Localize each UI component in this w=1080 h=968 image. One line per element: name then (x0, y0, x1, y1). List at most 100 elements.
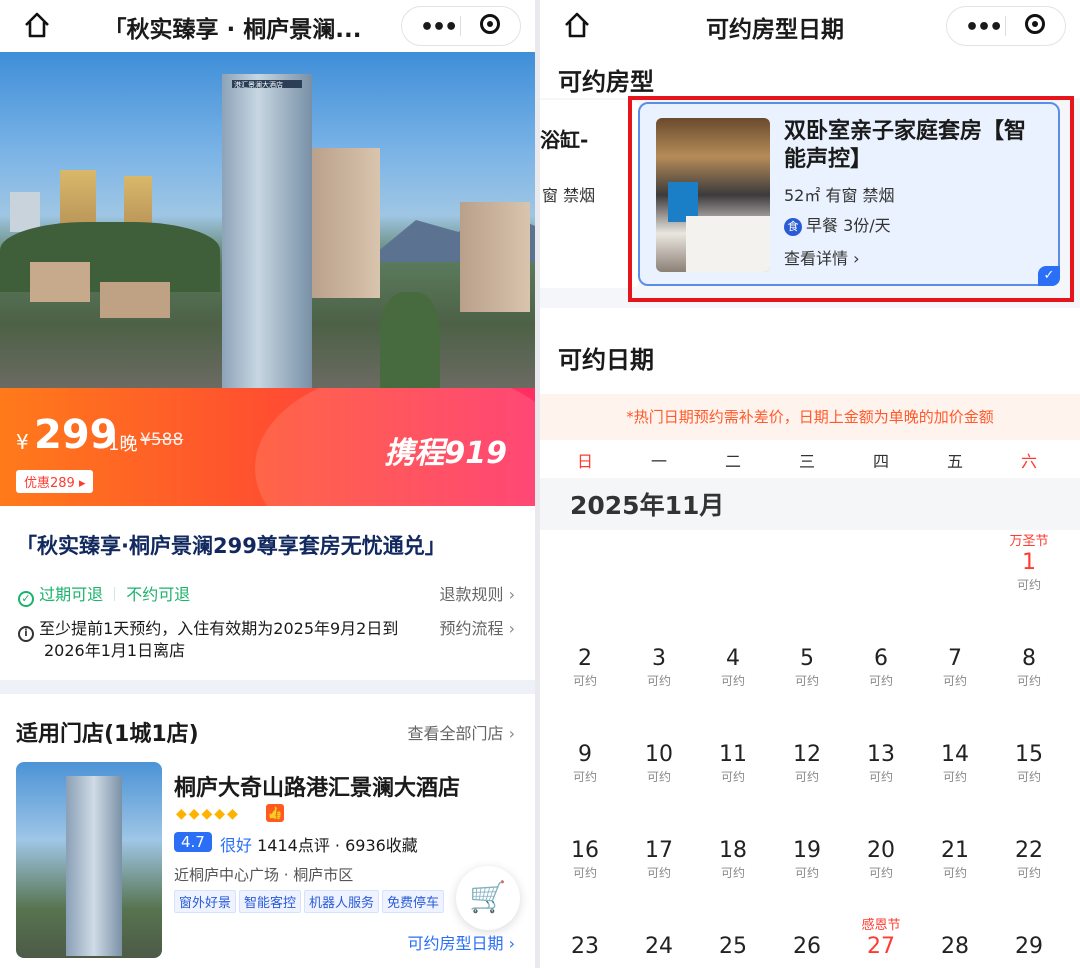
calendar-day[interactable]: 22 可约 (992, 822, 1066, 882)
holiday-label (844, 630, 918, 646)
tag: 窗外好景 (174, 890, 237, 913)
room-dates-link[interactable]: 可约房型日期 › (407, 930, 515, 954)
day-number: 8 (1022, 646, 1036, 671)
view-all-stores-link[interactable]: 查看全部门店 › (407, 720, 515, 744)
holiday-label (770, 726, 844, 742)
calendar-day[interactable]: 4 可约 (696, 630, 770, 690)
day-number: 10 (645, 742, 673, 767)
info-icon: i (18, 626, 34, 642)
calendar-day[interactable]: 26 (770, 918, 844, 960)
holiday-label (696, 918, 770, 934)
day-number: 7 (948, 646, 962, 671)
holiday-label: 万圣节 (1009, 534, 1049, 549)
thumb-up-icon: 👍 (266, 804, 284, 822)
calendar-day[interactable]: 29 (992, 918, 1066, 960)
store-image[interactable] (16, 762, 162, 958)
calendar-day[interactable]: 万圣节 1 可约 (992, 534, 1066, 594)
calendar-day[interactable]: 14 可约 (918, 726, 992, 786)
holiday-label (548, 918, 622, 934)
home-icon[interactable] (562, 10, 592, 40)
record-icon[interactable] (1025, 14, 1045, 34)
day-number: 9 (578, 742, 592, 767)
holiday-label (696, 726, 770, 742)
booking-flow-link[interactable]: 预约流程 › (439, 615, 515, 639)
calendar-day[interactable]: 9 可约 (548, 726, 622, 786)
day-status: 可约 (1016, 674, 1041, 688)
day-status: 可约 (720, 674, 745, 688)
day-number: 23 (571, 934, 599, 959)
calendar-day[interactable]: 19 可约 (770, 822, 844, 882)
holiday-label (844, 822, 918, 838)
booking-notice-line2: 2026年1月1日离店 (44, 641, 186, 660)
price-notice: *热门日期预约需补差价，日期上金额为单晚的加价金额 (540, 394, 1080, 440)
calendar-day[interactable]: 23 (548, 918, 622, 960)
day-number: 29 (1015, 934, 1043, 959)
day-status: 可约 (1016, 578, 1041, 592)
hotel-tags: 窗外好景 智能客控 机器人服务 免费停车 (174, 890, 447, 913)
price-banner: ¥ 299 1晚 ¥588 优惠289 ▸ 携程919 (0, 388, 535, 506)
calendar-day[interactable]: 16 可约 (548, 822, 622, 882)
calendar-day[interactable]: 3 可约 (622, 630, 696, 690)
calendar-day[interactable]: 感恩节 27 (844, 918, 918, 960)
day-status: 可约 (868, 674, 893, 688)
day-status: 可约 (646, 770, 671, 784)
weekday: 六 (1020, 452, 1037, 471)
record-icon[interactable] (480, 14, 500, 34)
day-number: 19 (793, 838, 821, 863)
holiday-label (622, 726, 696, 742)
day-status: 可约 (794, 866, 819, 880)
more-icon[interactable]: ••• (965, 15, 1003, 40)
holiday-label (918, 822, 992, 838)
cart-icon[interactable]: 🛒 (456, 866, 520, 930)
left-screen: 「秋实臻享 · 桐庐景澜... ••• 港汇景澜大酒店 ¥ 299 1晚 ¥58… (0, 0, 535, 968)
calendar-day[interactable]: 7 可约 (918, 630, 992, 690)
weekday: 三 (798, 452, 815, 471)
calendar-day[interactable]: 6 可约 (844, 630, 918, 690)
calendar-day[interactable]: 11 可约 (696, 726, 770, 786)
more-icon[interactable]: ••• (420, 15, 458, 40)
coupon-badge[interactable]: 优惠289 ▸ (16, 470, 94, 493)
weekday: 日 (576, 452, 593, 471)
day-number: 25 (719, 934, 747, 959)
calendar-day[interactable]: 21 可约 (918, 822, 992, 882)
refund-policy: ✓ 过期可退 不约可退 (18, 581, 190, 607)
holiday-label (622, 918, 696, 934)
refund-rule-link[interactable]: 退款规则 › (439, 581, 515, 605)
chevron-right-icon: › (508, 619, 515, 638)
rating-score: 4.7 (174, 832, 212, 852)
calendar-day[interactable]: 20 可约 (844, 822, 918, 882)
home-icon[interactable] (22, 10, 52, 40)
holiday-label (992, 918, 1066, 934)
calendar-day[interactable]: 15 可约 (992, 726, 1066, 786)
calendar-day[interactable]: 13 可约 (844, 726, 918, 786)
day-number: 14 (941, 742, 969, 767)
weekday-header: 日 一 二 三 四 五 六 (540, 448, 1080, 474)
calendar-day[interactable]: 17 可约 (622, 822, 696, 882)
hotel-name[interactable]: 桐庐大奇山路港汇景澜大酒店 (174, 770, 460, 802)
holiday-label (770, 918, 844, 934)
calendar-day[interactable]: 18 可约 (696, 822, 770, 882)
day-status: 可约 (942, 674, 967, 688)
tag: 免费停车 (382, 890, 445, 913)
calendar-day[interactable]: 2 可约 (548, 630, 622, 690)
day-number: 24 (645, 934, 673, 959)
calendar-day[interactable]: 5 可约 (770, 630, 844, 690)
day-number: 12 (793, 742, 821, 767)
hotel-hero-image: 港汇景澜大酒店 (0, 52, 535, 392)
calendar-day[interactable]: 12 可约 (770, 726, 844, 786)
day-number: 5 (800, 646, 814, 671)
calendar-day[interactable]: 28 (918, 918, 992, 960)
day-status: 可约 (720, 866, 745, 880)
day-number: 13 (867, 742, 895, 767)
check-circle-icon: ✓ (18, 591, 34, 607)
tag: 智能客控 (239, 890, 302, 913)
calendar-day[interactable]: 24 (622, 918, 696, 960)
calendar-day[interactable]: 25 (696, 918, 770, 960)
room-card-previous[interactable]: 浴缸- 窗 禁烟 (540, 100, 640, 288)
left-nav-bar: 「秋实臻享 · 桐庐景澜... ••• (0, 0, 535, 52)
calendar-day[interactable]: 10 可约 (622, 726, 696, 786)
day-number: 20 (867, 838, 895, 863)
calendar-day[interactable]: 8 可约 (992, 630, 1066, 690)
day-status: 可约 (1016, 866, 1041, 880)
weekday: 五 (946, 452, 963, 471)
